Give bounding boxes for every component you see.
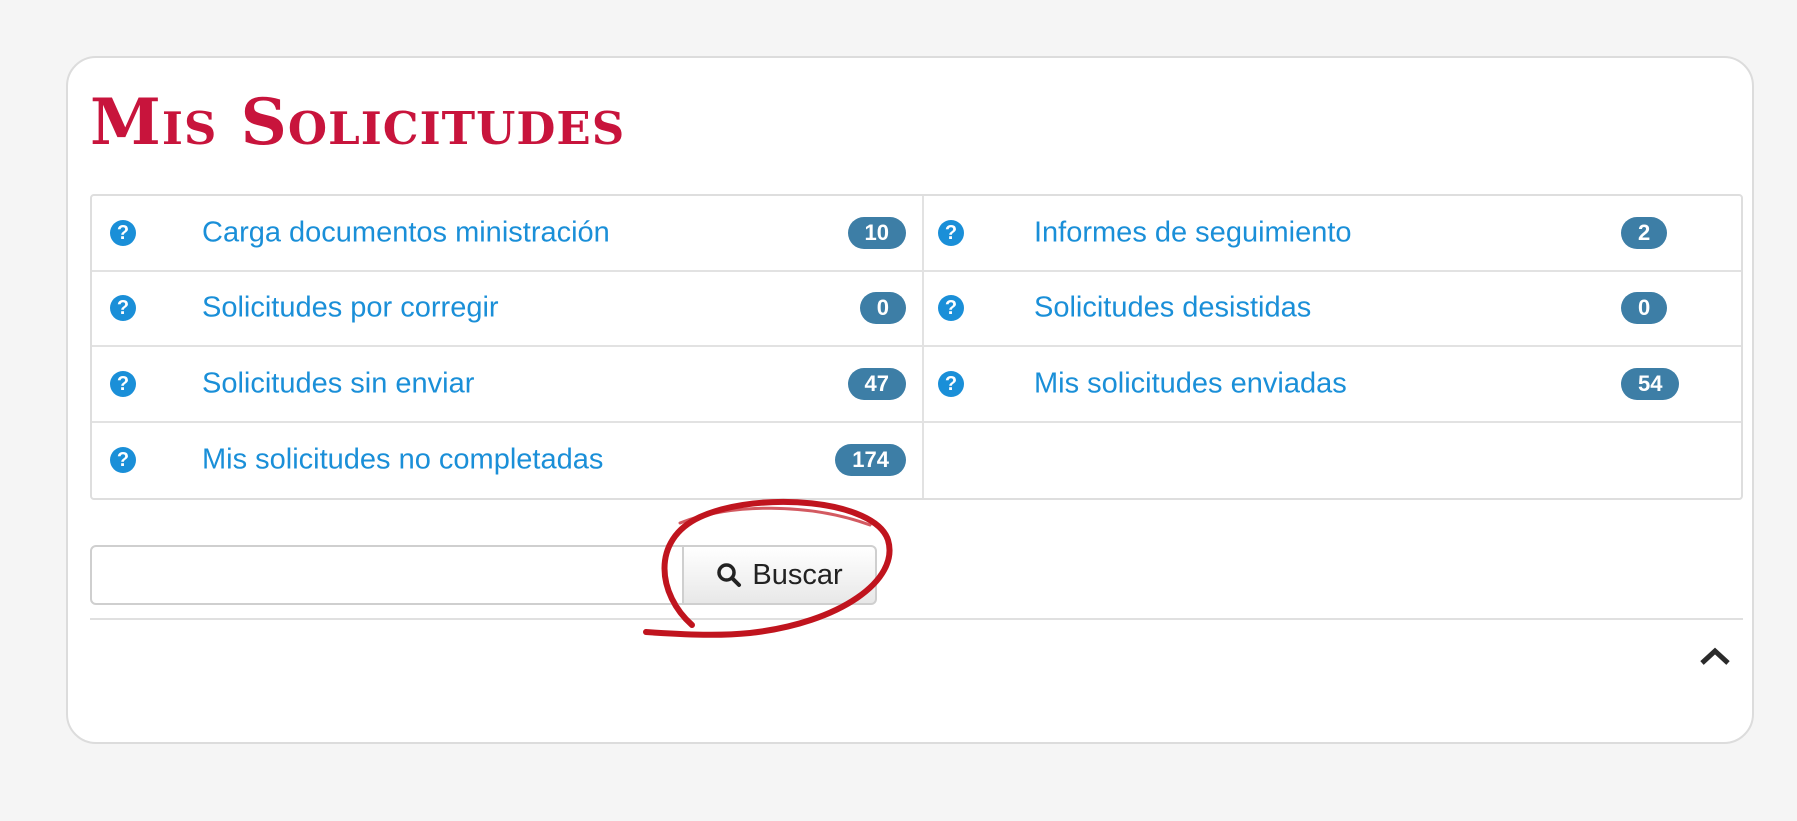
chevron-up-icon[interactable] [1698,645,1732,667]
item-link-no-completadas[interactable]: Mis solicitudes no completadas [202,444,603,477]
item-link-carga-documentos[interactable]: Carga documentos ministración [202,216,610,249]
item-link-enviadas[interactable]: Mis solicitudes enviadas [1034,367,1347,400]
search-button-label: Buscar [752,558,843,591]
list-item: ? Solicitudes sin enviar 47 [92,347,924,423]
count-badge: 54 [1621,367,1680,400]
item-link-sin-enviar[interactable]: Solicitudes sin enviar [202,367,474,400]
count-badge: 2 [1621,216,1668,249]
question-circle-icon[interactable]: ? [938,295,964,322]
count-badge: 0 [859,292,906,325]
question-circle-icon[interactable]: ? [110,447,136,474]
count-badge: 0 [1621,292,1668,325]
list-item: ? Carga documentos ministración 10 [92,196,924,272]
list-item: ? Informes de seguimiento 2 [924,196,1741,272]
question-circle-icon[interactable]: ? [938,219,964,246]
count-badge: 10 [847,216,906,249]
question-circle-icon[interactable]: ? [938,370,964,397]
list-item: ? Solicitudes por corregir 0 [92,271,924,347]
item-link-desistidas[interactable]: Solicitudes desistidas [1034,292,1311,325]
empty-cell [924,423,1741,499]
question-circle-icon[interactable]: ? [110,295,136,322]
list-item: ? Mis solicitudes no completadas 174 [92,422,924,498]
search-button[interactable]: Buscar [684,545,877,605]
item-link-informes-seguimiento[interactable]: Informes de seguimiento [1034,216,1352,249]
question-circle-icon[interactable]: ? [110,370,136,397]
magnifier-icon [717,563,742,587]
item-link-por-corregir[interactable]: Solicitudes por corregir [202,292,499,325]
search-input[interactable] [90,545,684,605]
solicitudes-table: ? Carga documentos ministración 10 ? Inf… [90,194,1743,500]
question-circle-icon[interactable]: ? [110,219,136,246]
page-title: Mis Solicitudes [90,85,626,160]
count-badge: 47 [847,367,906,400]
list-item: ? Mis solicitudes enviadas 54 [924,347,1741,423]
list-item: ? Solicitudes desistidas 0 [924,272,1741,347]
divider [90,618,1743,620]
count-badge: 174 [835,444,906,477]
